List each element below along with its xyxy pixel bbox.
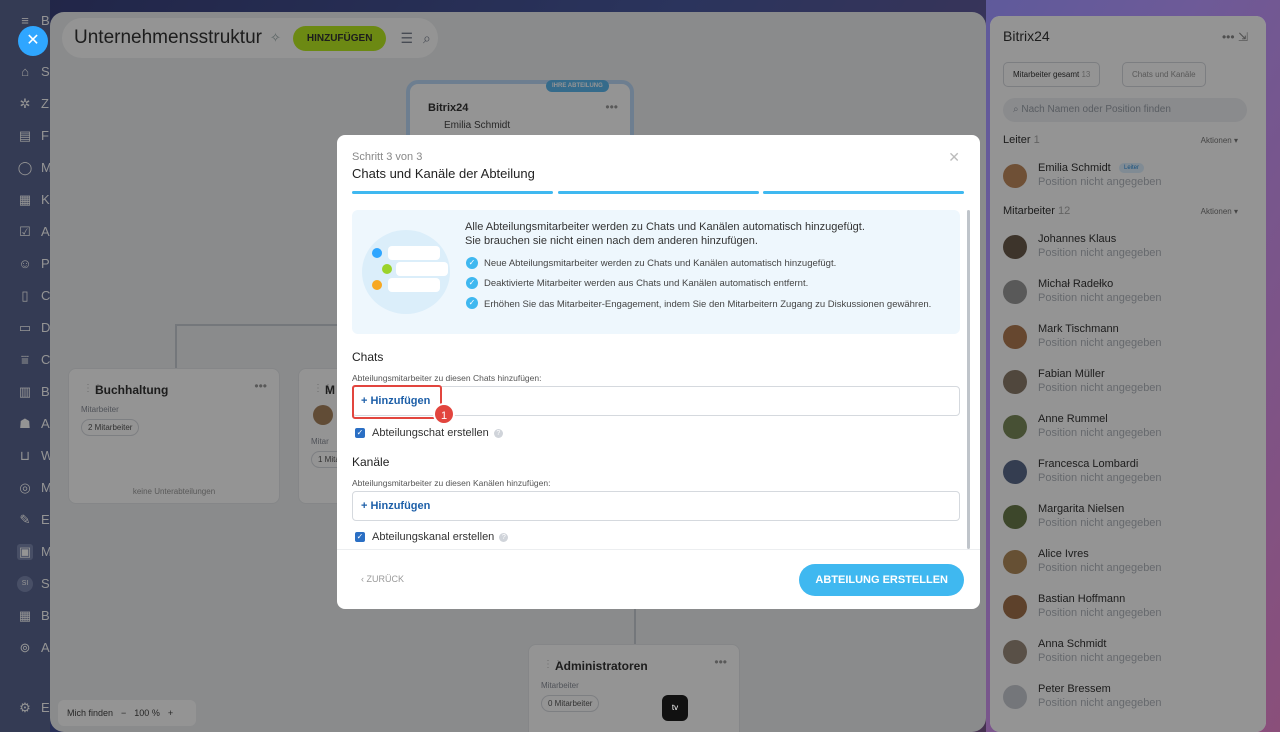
bubble-icon	[396, 262, 448, 276]
checkbox-checked-icon[interactable]: ✓	[355, 532, 365, 542]
close-slider-button[interactable]: ✕	[18, 26, 48, 56]
channels-heading: Kanäle	[352, 455, 390, 469]
check-icon: ✓	[466, 297, 478, 309]
dialog-footer: ‹ ZURÜCK ABTEILUNG ERSTELLEN	[337, 549, 980, 609]
dialog-title: Chats und Kanäle der Abteilung	[352, 166, 535, 181]
progress-step-3	[763, 191, 964, 194]
dialog-body: Alle Abteilungsmitarbeiter werden zu Cha…	[352, 210, 964, 549]
progress-step-2	[558, 191, 759, 194]
add-channel-button[interactable]: + Hinzufügen	[361, 500, 430, 512]
back-label: ZURÜCK	[366, 574, 405, 584]
create-chat-checkbox[interactable]: ✓ Abteilungschat erstellen ?	[355, 427, 503, 439]
bubble-icon	[388, 246, 440, 260]
back-button[interactable]: ‹ ZURÜCK	[361, 574, 404, 584]
checkbox-label: Abteilungschat erstellen	[372, 427, 489, 439]
panel-backdrop	[990, 16, 1266, 732]
info-box: Alle Abteilungsmitarbeiter werden zu Cha…	[352, 210, 960, 334]
help-icon[interactable]: ?	[493, 428, 503, 438]
info-bullet: Neue Abteilungsmitarbeiter werden zu Cha…	[484, 258, 837, 269]
chats-hint: Abteilungsmitarbeiter zu diesen Chats hi…	[352, 373, 542, 383]
scrollbar[interactable]	[967, 210, 970, 549]
blue-dot-icon	[372, 248, 382, 258]
progress-step-1	[352, 191, 553, 194]
info-intro-line-2: Sie brauchen sie nicht einen nach dem an…	[465, 235, 758, 247]
apple-tv-label: tv	[671, 703, 679, 712]
info-bullet: Deaktivierte Mitarbeiter werden aus Chat…	[484, 278, 809, 289]
channels-hint: Abteilungsmitarbeiter zu diesen Kanälen …	[352, 478, 551, 488]
checkbox-label: Abteilungskanal erstellen	[372, 531, 495, 543]
chat-illustration	[362, 230, 450, 314]
create-channel-checkbox[interactable]: ✓ Abteilungskanal erstellen ?	[355, 531, 509, 543]
checkbox-checked-icon[interactable]: ✓	[355, 428, 365, 438]
step-indicator: Schritt 3 von 3	[352, 151, 423, 163]
help-icon[interactable]: ?	[499, 532, 509, 542]
bubble-icon	[388, 278, 440, 292]
apple-tv-icon[interactable]: tv	[662, 695, 688, 721]
highlight-box	[352, 385, 442, 419]
check-icon: ✓	[466, 257, 478, 269]
create-department-button[interactable]: ABTEILUNG ERSTELLEN	[799, 564, 964, 596]
step-marker-badge: 1	[433, 403, 455, 425]
create-department-dialog: Schritt 3 von 3 Chats und Kanäle der Abt…	[337, 135, 980, 609]
info-intro-line-1: Alle Abteilungsmitarbeiter werden zu Cha…	[465, 221, 865, 233]
orange-dot-icon	[372, 280, 382, 290]
info-bullet: Erhöhen Sie das Mitarbeiter-Engagement, …	[484, 299, 932, 310]
chats-heading: Chats	[352, 350, 384, 364]
check-icon: ✓	[466, 277, 478, 289]
close-icon[interactable]: ✕	[948, 149, 960, 166]
channels-selector[interactable]: + Hinzufügen	[352, 491, 960, 521]
green-dot-icon	[382, 264, 392, 274]
